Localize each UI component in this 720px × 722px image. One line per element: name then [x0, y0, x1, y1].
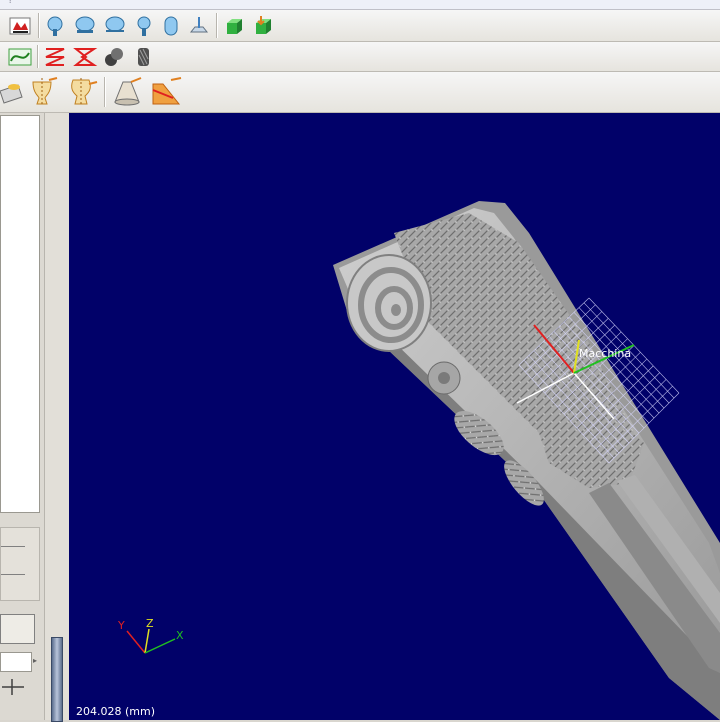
machine-label: Macchina [579, 347, 631, 360]
toolpath-zigzag-icon[interactable] [41, 44, 69, 69]
axis-y-label: Y [117, 619, 125, 632]
title-fragment: ? [8, 0, 13, 6]
tool-head-3-icon[interactable] [101, 13, 129, 39]
toolbar-row-2 [0, 42, 720, 72]
green-box-down-icon[interactable] [251, 13, 277, 39]
axis-x-label: X [176, 629, 184, 642]
title-bar: ? [0, 0, 720, 10]
ribbed-cylinder-icon[interactable] [130, 44, 156, 69]
cam-job-icon[interactable] [5, 13, 35, 39]
surface-plane-icon[interactable] [187, 13, 211, 39]
numeric-field[interactable]: ▸ [0, 652, 37, 672]
cylinder-icon[interactable] [101, 44, 127, 69]
property-line [1, 574, 25, 575]
axis-z-label: Z [146, 617, 154, 630]
property-line [1, 546, 25, 547]
separator [104, 77, 105, 107]
tool-head-4-icon[interactable] [132, 13, 156, 39]
zoom-gauge[interactable] [51, 637, 63, 722]
volute-spiral [346, 254, 432, 352]
separator [37, 45, 38, 68]
toolpath-star-icon[interactable] [71, 44, 99, 69]
model-render: Macchina Y Z X [117, 201, 720, 720]
toolbar-row-1 [0, 10, 720, 42]
flat-surface-icon[interactable] [0, 76, 24, 108]
vase-rotary-icon[interactable] [64, 76, 100, 108]
green-box-icon[interactable] [222, 13, 248, 39]
separator [38, 13, 39, 38]
project-tree[interactable] [0, 115, 40, 513]
tool-head-5-icon[interactable] [159, 13, 183, 39]
panel-button[interactable] [0, 614, 35, 644]
slider-handle-icon[interactable] [2, 677, 26, 697]
separator [216, 13, 217, 38]
bracket-model [333, 201, 720, 720]
coordinate-readout: 204.028 (mm) [76, 705, 155, 718]
surface-profile-icon[interactable] [5, 44, 35, 69]
goblet-rotary-icon[interactable] [26, 76, 60, 108]
spin-arrow-icon[interactable]: ▸ [33, 656, 37, 665]
panel-splitter[interactable] [44, 113, 70, 722]
toolbar-row-3 [0, 72, 720, 113]
angled-face-icon[interactable] [148, 76, 184, 108]
cone-icon[interactable] [108, 76, 144, 108]
properties-box [0, 527, 40, 601]
3d-viewport[interactable]: Macchina Y Z X [69, 113, 720, 720]
orientation-triad: Y Z X [117, 617, 184, 654]
tool-head-1-icon[interactable] [43, 13, 67, 39]
tool-head-2-icon[interactable] [71, 13, 99, 39]
